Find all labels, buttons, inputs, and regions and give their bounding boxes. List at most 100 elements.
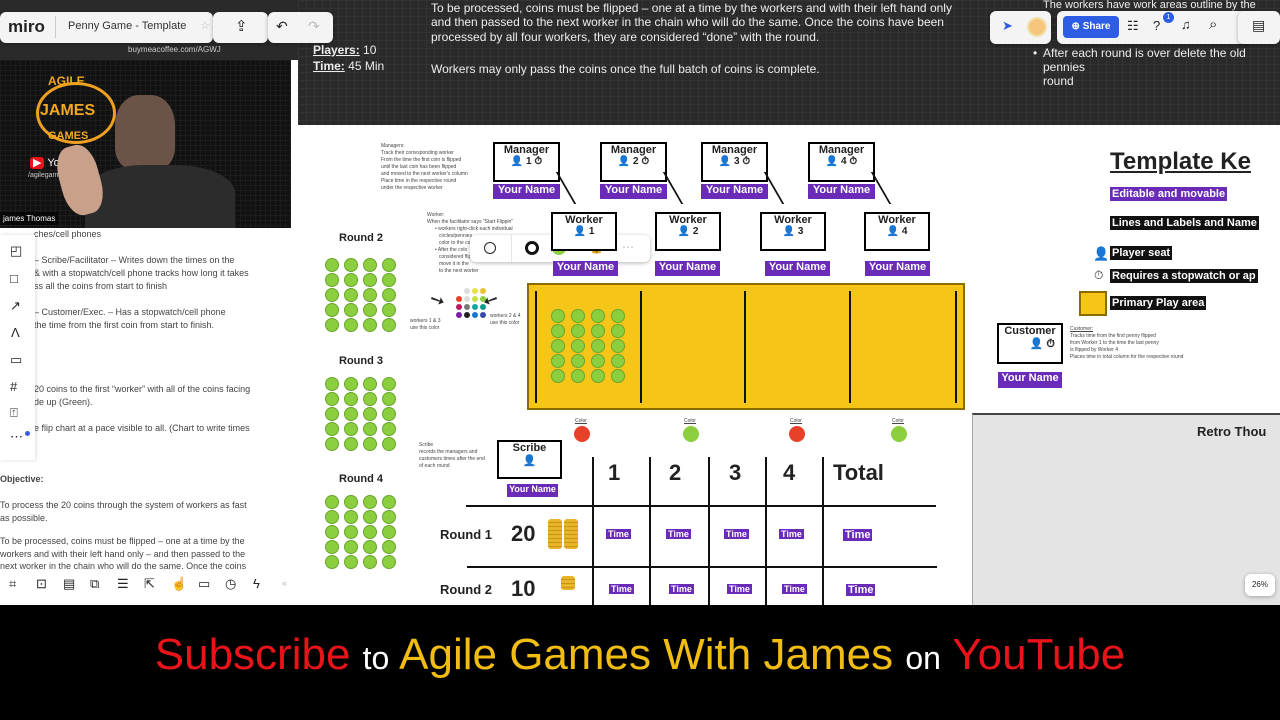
penny-coin[interactable] xyxy=(611,309,625,323)
penny-coin[interactable] xyxy=(571,339,585,353)
manager-seat[interactable]: Manager 👤 1 ⏱ xyxy=(493,142,560,182)
notes-icon[interactable]: ▤ xyxy=(1252,17,1265,34)
penny-coin[interactable] xyxy=(551,309,565,323)
collapse-icon[interactable]: « xyxy=(282,578,287,588)
penny-coin[interactable] xyxy=(325,555,339,569)
cursor-icon[interactable]: ➤ xyxy=(1002,18,1013,34)
customer-name-field[interactable]: Your Name xyxy=(998,372,1062,388)
avatar[interactable] xyxy=(1027,17,1047,37)
penny-coin[interactable] xyxy=(325,377,339,391)
circle-shape-option[interactable] xyxy=(484,242,496,254)
penny-coin[interactable] xyxy=(382,288,396,302)
help-icon[interactable]: ? xyxy=(1153,18,1160,33)
penny-coin[interactable] xyxy=(325,303,339,317)
frames-icon[interactable]: ⌗ xyxy=(9,576,16,592)
penny-coin[interactable] xyxy=(363,273,377,287)
penny-coin[interactable] xyxy=(382,392,396,406)
penny-coin[interactable] xyxy=(363,392,377,406)
worker-seat[interactable]: Worker 👤 4 xyxy=(864,212,930,251)
time-field[interactable]: Time xyxy=(782,584,807,594)
penny-coin[interactable] xyxy=(344,392,358,406)
penny-coin[interactable] xyxy=(382,525,396,539)
worker-color-dot[interactable] xyxy=(891,426,907,442)
penny-coin[interactable] xyxy=(344,540,358,554)
border-option[interactable] xyxy=(525,241,539,255)
penny-coin[interactable] xyxy=(363,303,377,317)
penny-coin[interactable] xyxy=(363,318,377,332)
worker-name-field[interactable]: Your Name xyxy=(553,261,618,276)
penny-coin[interactable] xyxy=(363,422,377,436)
scribe-name-field[interactable]: Your Name xyxy=(507,484,558,497)
penny-coin[interactable] xyxy=(591,354,605,368)
penny-coin[interactable] xyxy=(571,369,585,383)
share-button[interactable]: ⊕ Share xyxy=(1063,16,1119,38)
list-icon[interactable]: ☰ xyxy=(117,576,129,592)
comments-icon[interactable]: ▤ xyxy=(63,576,75,592)
search-icon[interactable]: ⌕ xyxy=(1209,16,1217,33)
penny-coin[interactable] xyxy=(344,422,358,436)
scribe-seat[interactable]: Scribe 👤 xyxy=(497,440,562,479)
penny-coin[interactable] xyxy=(325,288,339,302)
penny-coin[interactable] xyxy=(363,437,377,451)
manager-seat[interactable]: Manager 👤 3 ⏱ xyxy=(701,142,768,182)
more-icon[interactable]: ⋯ xyxy=(622,240,634,254)
penny-coin[interactable] xyxy=(382,540,396,554)
upload-icon[interactable]: ⇪ xyxy=(235,17,248,35)
penny-coin[interactable] xyxy=(325,437,339,451)
video-icon[interactable]: ▭ xyxy=(198,576,210,592)
penny-coin[interactable] xyxy=(363,510,377,524)
time-field[interactable]: Time xyxy=(666,529,691,539)
presentation-icon[interactable]: ⊡ xyxy=(36,576,47,592)
penny-coin[interactable] xyxy=(382,303,396,317)
upload-icon[interactable]: ⍐ xyxy=(10,405,18,421)
worker-name-field[interactable]: Your Name xyxy=(655,261,720,276)
manager-name-field[interactable]: Your Name xyxy=(808,184,875,199)
penny-coin[interactable] xyxy=(591,339,605,353)
worker-seat[interactable]: Worker 👤 2 xyxy=(655,212,721,251)
zoom-level[interactable]: 26% xyxy=(1245,574,1275,596)
penny-coin[interactable] xyxy=(611,339,625,353)
penny-coin[interactable] xyxy=(344,510,358,524)
comment-icon[interactable]: ▭ xyxy=(10,352,22,368)
penny-coin[interactable] xyxy=(344,318,358,332)
worker-name-field[interactable]: Your Name xyxy=(865,261,930,276)
penny-coin[interactable] xyxy=(325,258,339,272)
penny-coin[interactable] xyxy=(363,288,377,302)
penny-coin[interactable] xyxy=(382,377,396,391)
penny-coin[interactable] xyxy=(325,540,339,554)
redo-icon[interactable]: ↷ xyxy=(308,18,320,35)
penny-coin[interactable] xyxy=(571,309,585,323)
penny-coin[interactable] xyxy=(344,258,358,272)
penny-coin[interactable] xyxy=(344,437,358,451)
penny-coin[interactable] xyxy=(382,437,396,451)
penny-coin[interactable] xyxy=(344,377,358,391)
share-screen-icon[interactable]: ⇱ xyxy=(144,576,155,592)
reactions-icon[interactable]: ☝ xyxy=(171,576,187,592)
penny-coin[interactable] xyxy=(591,309,605,323)
penny-coin[interactable] xyxy=(551,354,565,368)
time-field[interactable]: Time xyxy=(609,584,634,594)
penny-coin[interactable] xyxy=(551,339,565,353)
penny-coin[interactable] xyxy=(325,318,339,332)
penny-coin[interactable] xyxy=(344,303,358,317)
penny-coin[interactable] xyxy=(363,555,377,569)
timer-icon[interactable]: ◷ xyxy=(225,576,236,592)
penny-coin[interactable] xyxy=(611,369,625,383)
penny-coin[interactable] xyxy=(611,354,625,368)
time-field[interactable]: Time xyxy=(724,529,749,539)
board-title[interactable]: Penny Game - Template xyxy=(68,20,186,32)
penny-coin[interactable] xyxy=(344,407,358,421)
worker-seat[interactable]: Worker 👤 3 xyxy=(760,212,826,251)
worker-seat[interactable]: Worker 👤 1 xyxy=(551,212,617,251)
penny-coin[interactable] xyxy=(325,407,339,421)
penny-coin[interactable] xyxy=(325,525,339,539)
time-field[interactable]: Time xyxy=(779,529,804,539)
penny-coin[interactable] xyxy=(344,288,358,302)
penny-coin[interactable] xyxy=(363,525,377,539)
penny-coin[interactable] xyxy=(363,540,377,554)
manager-seat[interactable]: Manager 👤 2 ⏱ xyxy=(600,142,667,182)
more-icon[interactable]: ⋯ xyxy=(10,429,23,445)
cards-icon[interactable]: ⧉ xyxy=(90,576,99,592)
manager-seat[interactable]: Manager 👤 4 ⏱ xyxy=(808,142,875,182)
frame-icon[interactable]: # xyxy=(10,379,17,394)
